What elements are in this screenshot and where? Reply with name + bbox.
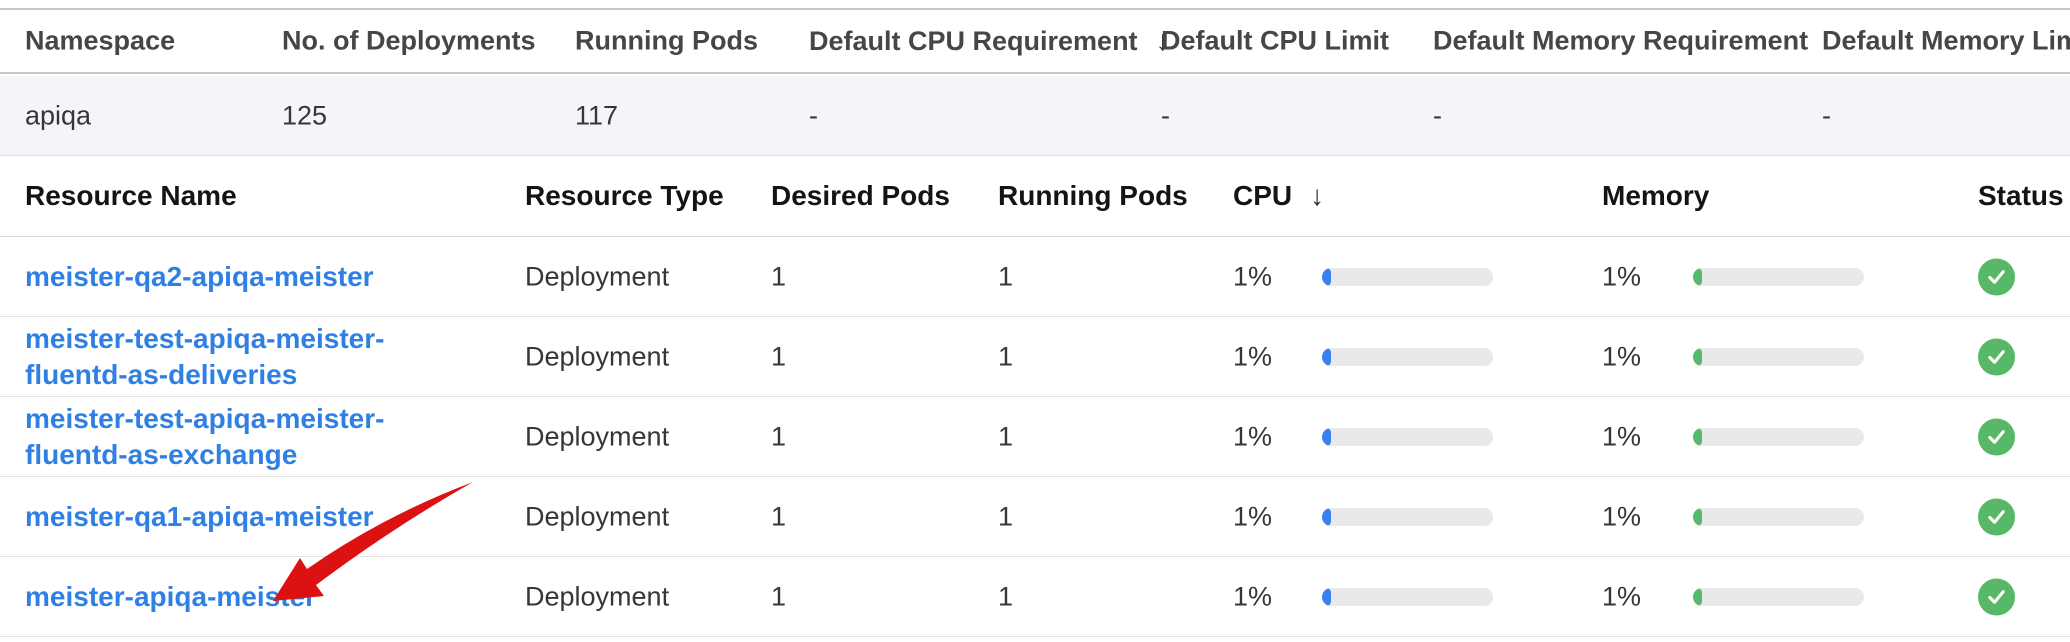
col-resource-name[interactable]: Resource Name <box>25 178 485 214</box>
cpu-percent: 1% <box>1233 341 1272 372</box>
namespace-row-apiqa[interactable]: apiqa 125 117 - - - - <box>0 76 2070 156</box>
desired-pods-value: 1 <box>771 581 786 612</box>
resource-name-cell: meister-test-apiqa-meister-fluentd-as-ex… <box>25 401 485 473</box>
cpu-percent: 1% <box>1233 421 1272 452</box>
col-default-cpu-limit[interactable]: Default CPU Limit <box>1161 26 1389 57</box>
namespace-workloads-screen: Namespace No. of Deployments Running Pod… <box>0 0 2070 642</box>
cpu-progress-fill <box>1322 348 1331 366</box>
desired-pods-value: 1 <box>771 421 786 452</box>
memory-percent: 1% <box>1602 501 1641 532</box>
running-pods-value: 1 <box>998 261 1013 292</box>
col-default-memory-requirement[interactable]: Default Memory Requirement <box>1433 26 1808 57</box>
resource-link-meister-test-apiqa-meister-fluentd-as-deliveries[interactable]: meister-test-apiqa-meister-fluentd-as-de… <box>25 321 485 393</box>
status-ok-check-circle-icon <box>1978 578 2015 615</box>
table-row: meister-qa1-apiqa-meister Deployment 1 1… <box>0 477 2070 557</box>
col-status[interactable]: Status <box>1978 180 2064 212</box>
resource-type: Deployment <box>525 581 669 612</box>
cpu-percent: 1% <box>1233 261 1272 292</box>
table-row: meister-test-apiqa-meister-fluentd-as-ex… <box>0 397 2070 477</box>
running-pods-value: 1 <box>998 341 1013 372</box>
col-running-pods[interactable]: Running Pods <box>575 26 758 57</box>
memory-progress-bar <box>1693 588 1864 606</box>
cpu-percent: 1% <box>1233 581 1272 612</box>
col-default-memory-limit[interactable]: Default Memory Limit <box>1822 26 2070 57</box>
memory-progress-fill <box>1693 428 1702 446</box>
resource-link-meister-qa2-apiqa-meister[interactable]: meister-qa2-apiqa-meister <box>25 259 374 295</box>
status-ok-check-circle-icon <box>1978 258 2015 295</box>
sort-desc-icon: ↓ <box>1310 180 1324 212</box>
resource-type: Deployment <box>525 261 669 292</box>
col-memory[interactable]: Memory <box>1602 180 1709 212</box>
running-pods-count: 117 <box>575 100 618 131</box>
memory-percent: 1% <box>1602 341 1641 372</box>
cpu-progress-fill <box>1322 428 1331 446</box>
col-running-pods-2[interactable]: Running Pods <box>998 180 1188 212</box>
cpu-progress-fill <box>1322 588 1331 606</box>
resource-type: Deployment <box>525 421 669 452</box>
default-cpu-limit-value: - <box>1161 100 1170 131</box>
col-namespace[interactable]: Namespace <box>25 26 175 57</box>
status-ok-check-circle-icon <box>1978 418 2015 455</box>
col-resource-type[interactable]: Resource Type <box>525 180 724 212</box>
deployments-count: 125 <box>282 100 327 131</box>
table-row: meister-qa2-apiqa-meister Deployment 1 1… <box>0 237 2070 317</box>
cpu-progress-bar <box>1322 508 1493 526</box>
running-pods-value: 1 <box>998 421 1013 452</box>
desired-pods-value: 1 <box>771 261 786 292</box>
cpu-progress-bar <box>1322 348 1493 366</box>
table-row: meister-apiqa-meister Deployment 1 1 1% … <box>0 557 2070 637</box>
default-cpu-requirement-value: - <box>809 100 818 131</box>
memory-progress-fill <box>1693 508 1702 526</box>
namespace-name: apiqa <box>25 100 91 131</box>
memory-percent: 1% <box>1602 261 1641 292</box>
memory-progress-fill <box>1693 588 1702 606</box>
desired-pods-value: 1 <box>771 341 786 372</box>
default-memory-requirement-value: - <box>1433 100 1442 131</box>
resource-type: Deployment <box>525 341 669 372</box>
resource-name-cell: meister-apiqa-meister <box>25 579 485 615</box>
cpu-percent: 1% <box>1233 501 1272 532</box>
col-cpu-label: CPU <box>1233 180 1292 211</box>
cpu-progress-bar <box>1322 588 1493 606</box>
resource-name-cell: meister-test-apiqa-meister-fluentd-as-de… <box>25 321 485 393</box>
resource-link-meister-test-apiqa-meister-fluentd-as-exchange[interactable]: meister-test-apiqa-meister-fluentd-as-ex… <box>25 401 485 473</box>
status-ok-check-circle-icon <box>1978 338 2015 375</box>
running-pods-value: 1 <box>998 501 1013 532</box>
memory-percent: 1% <box>1602 421 1641 452</box>
resource-link-meister-apiqa-meister[interactable]: meister-apiqa-meister <box>25 579 316 615</box>
memory-progress-bar <box>1693 508 1864 526</box>
memory-progress-bar <box>1693 428 1864 446</box>
running-pods-value: 1 <box>998 581 1013 612</box>
status-ok-check-circle-icon <box>1978 498 2015 535</box>
resource-type: Deployment <box>525 501 669 532</box>
memory-progress-bar <box>1693 268 1864 286</box>
col-cpu[interactable]: CPU ↓ <box>1233 180 1324 212</box>
memory-progress-fill <box>1693 348 1702 366</box>
resource-name-cell: meister-qa2-apiqa-meister <box>25 259 485 295</box>
table-row: meister-test-apiqa-meister-fluentd-as-de… <box>0 317 2070 397</box>
cpu-progress-bar <box>1322 268 1493 286</box>
col-no-of-deployments[interactable]: No. of Deployments <box>282 26 536 57</box>
desired-pods-value: 1 <box>771 501 786 532</box>
resource-link-meister-qa1-apiqa-meister[interactable]: meister-qa1-apiqa-meister <box>25 499 374 535</box>
col-default-cpu-requirement-label: Default CPU Requirement <box>809 26 1138 56</box>
cpu-progress-fill <box>1322 268 1331 286</box>
cpu-progress-fill <box>1322 508 1331 526</box>
col-desired-pods[interactable]: Desired Pods <box>771 180 950 212</box>
resource-table-header: Resource Name Resource Type Desired Pods… <box>0 156 2070 237</box>
namespace-table-header: Namespace No. of Deployments Running Pod… <box>0 10 2070 74</box>
resource-name-cell: meister-qa1-apiqa-meister <box>25 499 485 535</box>
memory-progress-bar <box>1693 348 1864 366</box>
cpu-progress-bar <box>1322 428 1493 446</box>
memory-percent: 1% <box>1602 581 1641 612</box>
memory-progress-fill <box>1693 268 1702 286</box>
col-default-cpu-requirement[interactable]: Default CPU Requirement↓ <box>809 25 1170 57</box>
default-memory-limit-value: - <box>1822 100 1831 131</box>
